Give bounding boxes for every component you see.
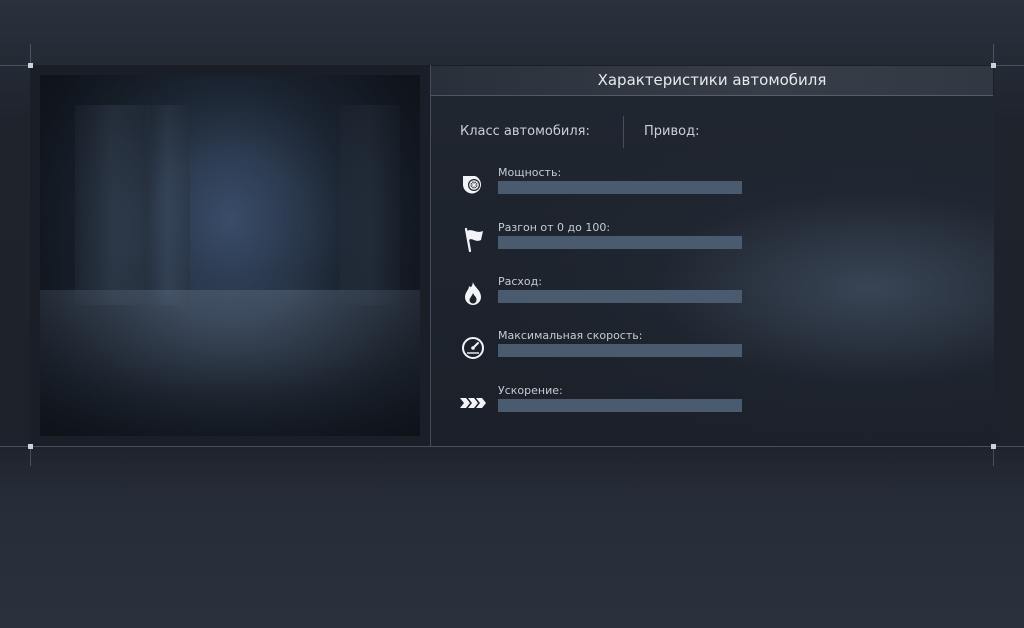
stat-label: Разгон от 0 до 100: <box>498 221 611 234</box>
flag-icon <box>459 225 487 253</box>
stat-label: Мощность: <box>498 166 562 179</box>
stat-bar <box>498 290 742 303</box>
corner-marker <box>991 444 996 449</box>
panel-title: Характеристики автомобиля <box>597 71 827 89</box>
info-separator <box>623 116 624 148</box>
stat-bar <box>498 399 742 412</box>
corner-marker <box>28 444 33 449</box>
stat-bar <box>498 236 742 249</box>
stat-max-speed: Максимальная скорость: <box>455 329 755 369</box>
stat-label: Максимальная скорость: <box>498 329 643 342</box>
frame-line-bottom <box>0 446 1024 447</box>
stat-label: Ускорение: <box>498 384 563 397</box>
drive-label: Привод: <box>644 124 700 139</box>
turbo-icon <box>459 170 487 198</box>
stat-acceleration-0-100: Разгон от 0 до 100: <box>455 221 755 261</box>
stat-bar <box>498 181 742 194</box>
stat-bar <box>498 344 742 357</box>
stat-power: Мощность: <box>455 166 755 206</box>
stat-acceleration: Ускорение: <box>455 384 755 424</box>
chevrons-right-icon <box>459 388 487 416</box>
stat-label: Расход: <box>498 275 542 288</box>
panel-header: Характеристики автомобиля <box>431 66 993 96</box>
stat-consumption: Расход: <box>455 275 755 315</box>
speedometer-icon <box>459 333 487 361</box>
car-class-label: Класс автомобиля: <box>460 124 590 139</box>
vehicle-photo <box>40 75 420 436</box>
fuel-flame-icon <box>459 279 487 307</box>
corner-marker <box>28 63 33 68</box>
corner-marker <box>991 63 996 68</box>
vehicle-stats-screen: Характеристики автомобиля Класс автомоби… <box>0 0 1024 628</box>
